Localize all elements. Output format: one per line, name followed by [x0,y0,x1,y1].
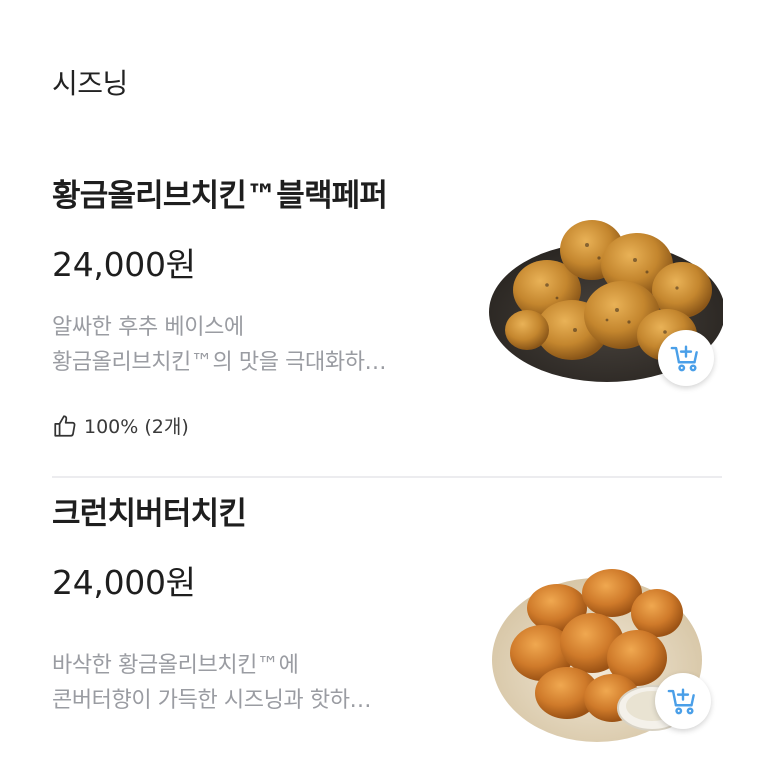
item-description-line: 황금올리브치킨™의 맛을 극대화하… [52,350,387,375]
item-price: 24,000원 [52,563,196,602]
add-to-cart-icon [670,345,698,372]
item-name: 크런치버터치킨 [52,496,247,532]
item-description-line: 바삭한 황금올리브치킨™에 [52,653,299,678]
item-rating: 100% (2개) [52,412,189,439]
menu-item[interactable]: 황금올리브치킨™블랙페퍼 24,000원 알싸한 후추 베이스에 황금올리브치킨… [0,160,773,476]
item-description: 바삭한 황금올리브치킨™에 콘버터향이 가득한 시즈닝과 핫하… [52,648,472,718]
add-to-cart-icon [667,688,695,715]
menu-item[interactable]: 크런치버터치킨 24,000원 바삭한 황금올리브치킨™에 콘버터향이 가득한 … [0,478,773,770]
item-name: 황금올리브치킨™블랙페퍼 [52,178,388,214]
item-description-line: 알싸한 후추 베이스에 [52,315,244,340]
add-to-cart-button[interactable] [658,330,714,386]
add-to-cart-button[interactable] [655,673,711,729]
item-price: 24,000원 [52,245,196,284]
item-description-line: 콘버터향이 가득한 시즈닝과 핫하… [52,688,372,713]
chicken-photo[interactable] [487,548,723,784]
section-title: 시즈닝 [52,67,128,100]
item-description: 알싸한 후추 베이스에 황금올리브치킨™의 맛을 극대화하… [52,310,472,380]
thumbs-up-icon [54,414,76,437]
rating-text: 100% (2개) [84,416,189,438]
